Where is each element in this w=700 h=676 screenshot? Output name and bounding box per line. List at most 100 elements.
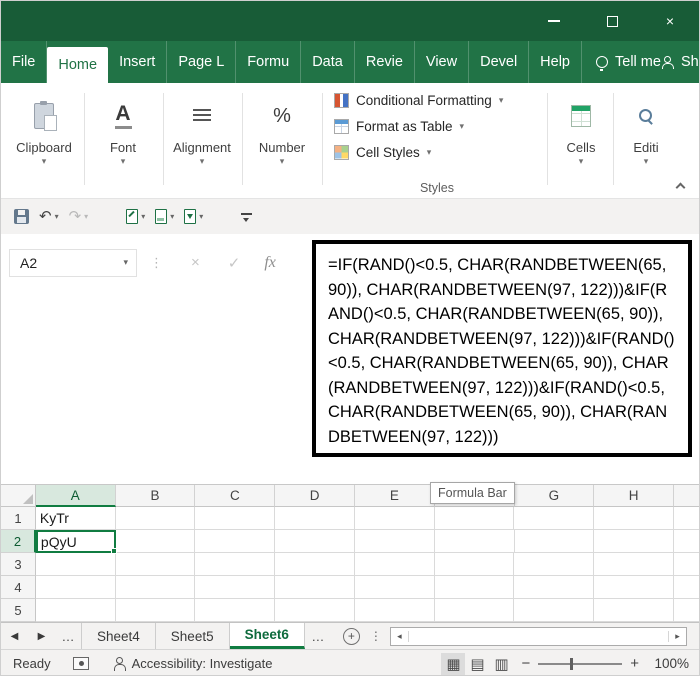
- cell-F4[interactable]: [435, 576, 515, 599]
- cell-C5[interactable]: [195, 599, 275, 622]
- cell-A2[interactable]: pQyU: [36, 530, 116, 553]
- ribbon-tab-review[interactable]: Revie: [355, 41, 415, 83]
- cell-D5[interactable]: [275, 599, 355, 622]
- collapse-ribbon-button[interactable]: [671, 178, 689, 192]
- cell-A3[interactable]: [36, 553, 116, 576]
- name-box[interactable]: A2 ▾: [9, 249, 137, 277]
- cell-H5[interactable]: [594, 599, 674, 622]
- ribbon-tab-file[interactable]: File: [1, 41, 47, 83]
- ribbon-tab-help[interactable]: Help: [529, 41, 582, 83]
- ribbon-tab-home[interactable]: Home: [47, 47, 108, 83]
- cell-D2[interactable]: [275, 530, 355, 553]
- zoom-level[interactable]: 100%: [647, 656, 689, 671]
- ribbon-group-alignment[interactable]: Alignment ▾: [163, 89, 241, 193]
- row-header-3[interactable]: 3: [1, 553, 36, 576]
- column-header-D[interactable]: D: [275, 485, 355, 507]
- maximize-button[interactable]: [583, 1, 641, 41]
- view-normal-icon[interactable]: ▦: [441, 653, 465, 675]
- format-as-table-button[interactable]: Format as Table ▾: [328, 113, 546, 139]
- ribbon-tab-insert[interactable]: Insert: [108, 41, 167, 83]
- scroll-right-icon[interactable]: ▸: [668, 631, 686, 642]
- chevron-down-icon[interactable]: ▾: [141, 212, 145, 221]
- cell-C3[interactable]: [195, 553, 275, 576]
- select-all-corner[interactable]: [1, 485, 36, 507]
- cell-styles-button[interactable]: Cell Styles ▾: [328, 139, 546, 165]
- formula-bar-drag-handle-icon[interactable]: ⋮: [150, 255, 163, 271]
- cell-H1[interactable]: [594, 507, 674, 530]
- cell-G2[interactable]: [515, 530, 595, 553]
- share-button[interactable]: Share: [661, 41, 700, 83]
- ribbon-group-editing[interactable]: Editi ▾: [614, 89, 678, 193]
- cell-F3[interactable]: [435, 553, 515, 576]
- sheet-nav-right-icon[interactable]: ▶: [28, 623, 55, 649]
- cell-A5[interactable]: [36, 599, 116, 622]
- cell-B5[interactable]: [116, 599, 196, 622]
- cell-E4[interactable]: [355, 576, 435, 599]
- zoom-slider[interactable]: [538, 663, 622, 665]
- tell-me-button[interactable]: Tell me: [596, 41, 661, 83]
- conditional-formatting-button[interactable]: Conditional Formatting ▾: [328, 87, 546, 113]
- ribbon-group-font[interactable]: A Font ▾: [84, 89, 162, 193]
- chevron-down-icon[interactable]: ▾: [121, 156, 126, 167]
- cell-D1[interactable]: [275, 507, 355, 530]
- cell-A4[interactable]: [36, 576, 116, 599]
- chevron-down-icon[interactable]: ▾: [42, 156, 47, 167]
- chevron-down-icon[interactable]: ▾: [200, 156, 205, 167]
- row-header-4[interactable]: 4: [1, 576, 36, 599]
- column-header-E[interactable]: E: [355, 485, 435, 507]
- cell-H2[interactable]: [594, 530, 674, 553]
- cell-E3[interactable]: [355, 553, 435, 576]
- cell-C2[interactable]: [195, 530, 275, 553]
- minimize-button[interactable]: [525, 1, 583, 41]
- ribbon-tab-view[interactable]: View: [415, 41, 469, 83]
- cell-B4[interactable]: [116, 576, 196, 599]
- accessibility-status[interactable]: Accessibility: Investigate: [113, 656, 273, 671]
- qat-custom-button-3[interactable]: ▾: [179, 204, 208, 230]
- qat-custom-button-2[interactable]: ▾: [150, 204, 179, 230]
- new-sheet-button[interactable]: +: [343, 628, 360, 645]
- ribbon-tab-page-layout[interactable]: Page L: [167, 41, 236, 83]
- formula-text[interactable]: =IF(RAND()<0.5, CHAR(RANDBETWEEN(65, 90)…: [328, 253, 676, 449]
- ribbon-group-clipboard[interactable]: Clipboard ▾: [5, 89, 83, 193]
- horizontal-scrollbar[interactable]: ◂ ▸: [390, 627, 687, 646]
- sheet-nav-left-icon[interactable]: ◀: [1, 623, 28, 649]
- ribbon-group-cells[interactable]: Cells ▾: [548, 89, 614, 193]
- sheet-tab-sheet6[interactable]: Sheet6: [230, 623, 305, 649]
- chevron-down-icon[interactable]: ▾: [199, 212, 203, 221]
- sheet-tab-sheet5[interactable]: Sheet5: [156, 623, 230, 649]
- cell-E1[interactable]: [355, 507, 435, 530]
- cell-G1[interactable]: [514, 507, 594, 530]
- cell-A1[interactable]: KyTr: [36, 507, 116, 530]
- sheet-overflow-left[interactable]: …: [55, 623, 81, 649]
- cell-C4[interactable]: [195, 576, 275, 599]
- cell-F2[interactable]: [435, 530, 515, 553]
- ribbon-tab-data[interactable]: Data: [301, 41, 355, 83]
- fill-handle[interactable]: [111, 548, 117, 554]
- cell-G5[interactable]: [514, 599, 594, 622]
- cell-F1[interactable]: [435, 507, 515, 530]
- view-page-break-icon[interactable]: ▥: [489, 653, 513, 675]
- cell-F5[interactable]: [435, 599, 515, 622]
- cell-H3[interactable]: [594, 553, 674, 576]
- cell-D3[interactable]: [275, 553, 355, 576]
- redo-button[interactable]: ↷ ▾: [64, 204, 94, 230]
- cell-E2[interactable]: [355, 530, 435, 553]
- close-button[interactable]: ×: [641, 1, 699, 41]
- chevron-down-icon[interactable]: ▾: [644, 156, 649, 167]
- cell-H4[interactable]: [594, 576, 674, 599]
- customize-qat-button[interactable]: [236, 204, 257, 230]
- scrollbar-track[interactable]: [409, 628, 668, 645]
- row-header-1[interactable]: 1: [1, 507, 36, 530]
- sheet-tab-sheet4[interactable]: Sheet4: [81, 623, 156, 649]
- ribbon-tab-formulas[interactable]: Formu: [236, 41, 301, 83]
- row-header-2[interactable]: 2: [1, 530, 36, 553]
- zoom-in-button[interactable]: +: [630, 655, 639, 672]
- ribbon-tab-developer[interactable]: Devel: [469, 41, 529, 83]
- sheet-options-icon[interactable]: ⋮: [370, 629, 382, 643]
- cancel-icon[interactable]: ×: [191, 254, 200, 271]
- save-button[interactable]: [9, 204, 34, 230]
- sheet-overflow-right[interactable]: …: [305, 623, 331, 649]
- undo-button[interactable]: ↶ ▾: [34, 204, 64, 230]
- column-header-G[interactable]: G: [515, 485, 595, 507]
- formula-bar-expanded[interactable]: =IF(RAND()<0.5, CHAR(RANDBETWEEN(65, 90)…: [312, 240, 692, 457]
